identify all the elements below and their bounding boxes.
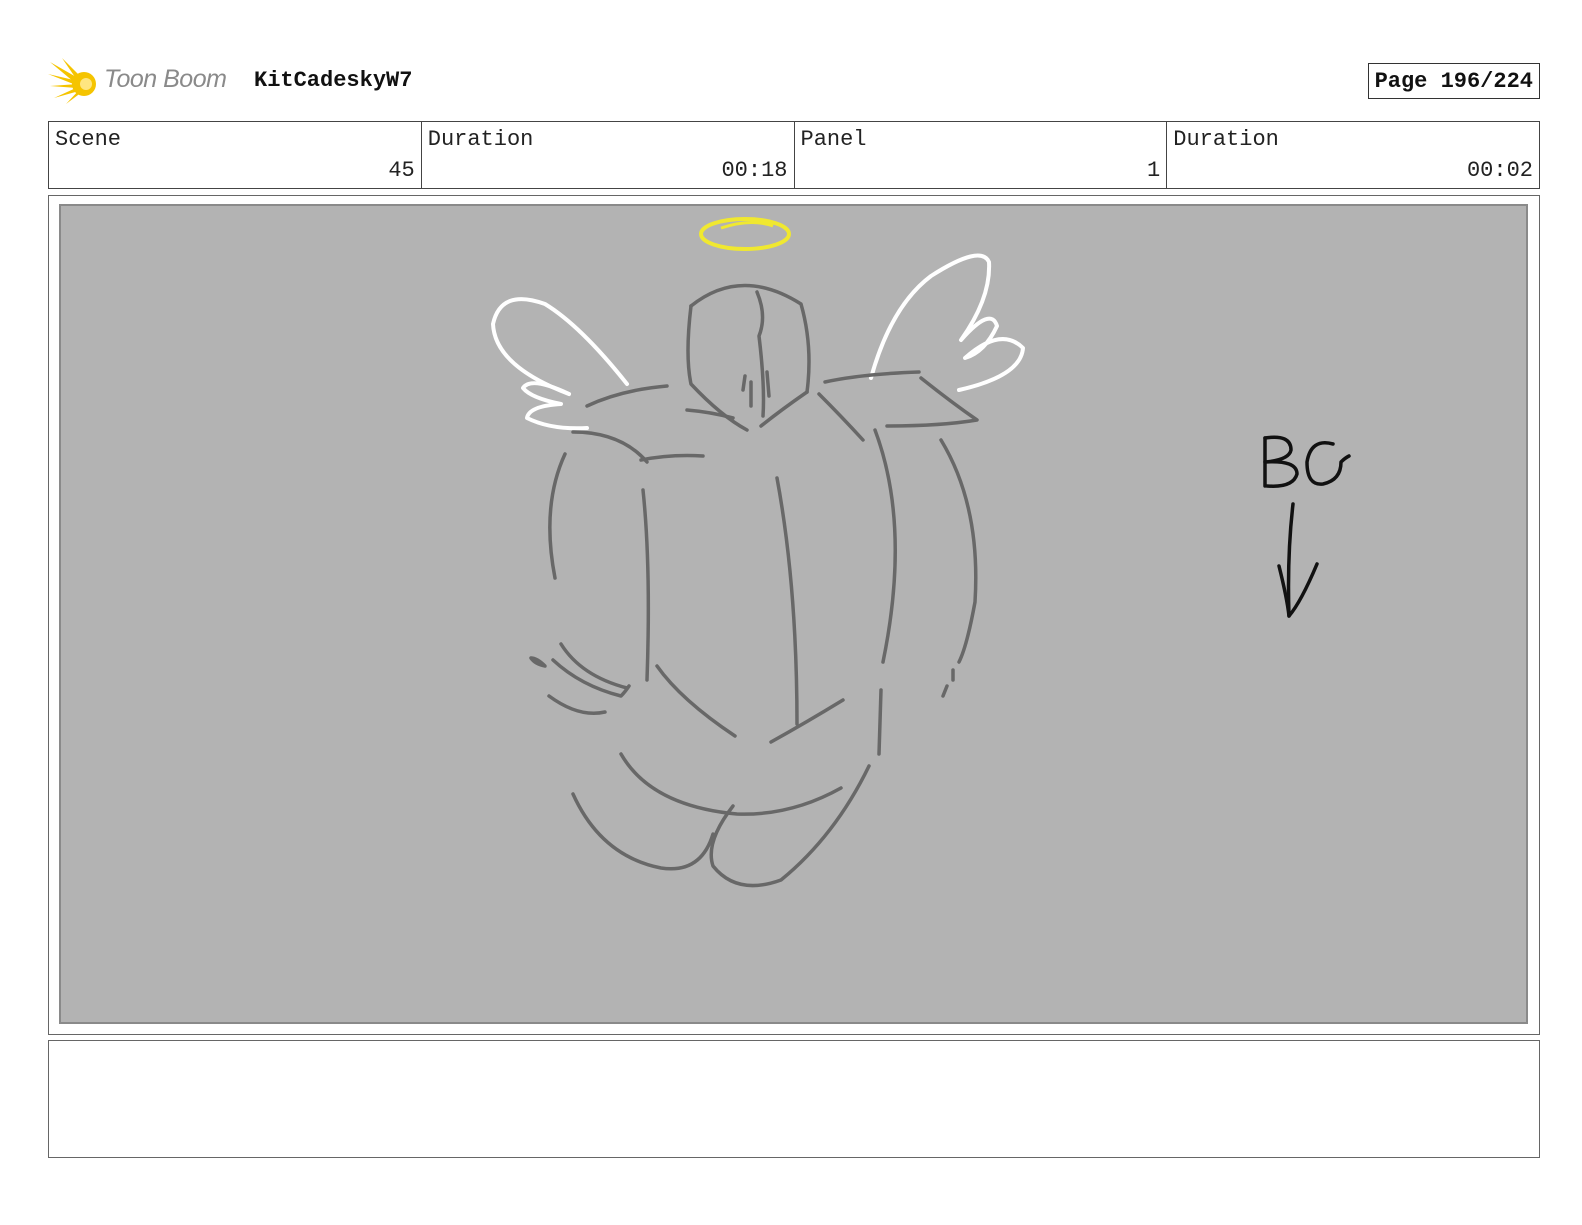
scene-duration-value: 00:18: [721, 158, 788, 183]
angel-sketch: [491, 217, 1351, 888]
bg-annotation: [1263, 435, 1351, 618]
page-indicator: Page 196/224: [1367, 63, 1540, 99]
notes-box: [48, 1040, 1540, 1158]
panel-label: Panel: [800, 127, 867, 152]
panel-artwork: [59, 204, 1528, 1024]
panel-cell: Panel 1: [795, 122, 1168, 188]
scene-info-table: Scene 45 Duration 00:18 Panel 1 Duration…: [48, 121, 1540, 189]
storyboard-header: Toon Boom KitCadeskyW7 Page 196/224: [48, 56, 1540, 108]
panel-duration-value: 00:02: [1466, 158, 1533, 183]
scene-duration-label: Duration: [427, 127, 534, 152]
scene-duration-cell: Duration 00:18: [422, 122, 795, 188]
scene-cell: Scene 45: [49, 122, 422, 188]
body-sketch: [529, 283, 979, 888]
burst-icon: [48, 58, 96, 104]
panel-value: 1: [1147, 158, 1161, 183]
scene-value: 45: [388, 158, 415, 183]
panel-duration-cell: Duration 00:02: [1167, 122, 1539, 188]
toon-boom-logo: Toon Boom: [48, 56, 248, 108]
project-title: KitCadeskyW7: [254, 68, 413, 93]
scene-label: Scene: [55, 127, 122, 152]
logo-text: Toon Boom: [104, 65, 227, 93]
panel-duration-label: Duration: [1173, 127, 1279, 152]
storyboard-panel: [48, 195, 1540, 1035]
